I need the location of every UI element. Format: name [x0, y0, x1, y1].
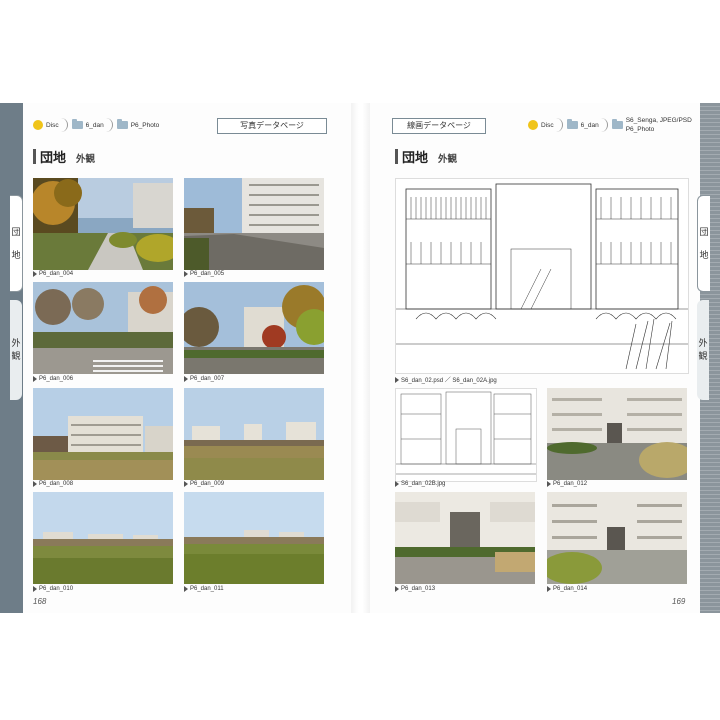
breadcrumb-item: 6_dan — [580, 121, 599, 129]
tab-char: 観 — [698, 351, 708, 361]
folder-icon — [71, 119, 83, 129]
left-breadcrumb: Disc 6_dan P6_Photo — [33, 118, 159, 132]
caption-text: P6_dan_008 — [39, 481, 74, 487]
photo-p6-dan-004 — [33, 178, 173, 270]
caption: P6_dan_009 — [184, 481, 224, 487]
tab-char: 観 — [11, 351, 21, 361]
section-sub: 外観 — [438, 154, 458, 165]
photo-p6-dan-006 — [33, 282, 173, 374]
section-sub: 外観 — [76, 154, 96, 165]
caption-marker-icon — [33, 586, 37, 592]
breadcrumb-separator — [61, 118, 68, 132]
caption-text: S6_dan_02.psd ／ S6_dan_02A.jpg — [401, 378, 497, 384]
photo-p6-dan-014 — [547, 492, 687, 584]
caption: P6_dan_011 — [184, 586, 224, 592]
caption-marker-icon — [184, 376, 188, 382]
tab-char: 地 — [11, 249, 21, 260]
photo-p6-dan-013 — [395, 492, 535, 584]
breadcrumb-separator — [601, 118, 608, 132]
caption: S6_dan_02.psd ／ S6_dan_02A.jpg — [395, 375, 497, 384]
right-breadcrumb: Disc 6_dan S6_Senga, JPEG/PSD P6_Photo — [528, 116, 692, 134]
breadcrumb-item: Disc — [46, 121, 59, 129]
caption: P6_dan_004 — [33, 271, 73, 277]
caption-text: S6_dan_02B.jpg — [401, 481, 446, 487]
folder-icon — [116, 119, 128, 129]
caption-text: P6_dan_011 — [190, 586, 224, 592]
caption-marker-icon — [547, 481, 551, 487]
caption: P6_dan_007 — [184, 376, 224, 382]
caption: P6_dan_010 — [33, 586, 73, 592]
caption-marker-icon — [184, 271, 188, 277]
line-drawing-s6-dan-02 — [395, 178, 689, 374]
caption-text: P6_dan_014 — [553, 586, 588, 592]
caption: S6_dan_02B.jpg — [395, 481, 445, 487]
photo-p6-dan-009 — [184, 388, 324, 480]
title-bar — [33, 149, 36, 164]
left-side-tab-danchi: 団 地 — [10, 195, 23, 292]
photo-p6-dan-012 — [547, 388, 687, 480]
caption-marker-icon — [33, 271, 37, 277]
photo-p6-dan-005 — [184, 178, 324, 270]
line-drawing-s6-dan-02b — [395, 388, 537, 482]
caption-text: P6_dan_004 — [39, 271, 74, 277]
breadcrumb-line: P6_Photo — [625, 126, 655, 133]
caption-text: P6_dan_005 — [190, 271, 225, 277]
disc-icon — [528, 120, 538, 130]
caption-text: P6_dan_007 — [190, 376, 225, 382]
right-section-title: 団地 外観 — [395, 147, 457, 166]
caption: P6_dan_008 — [33, 481, 73, 487]
caption: P6_dan_012 — [547, 481, 587, 487]
right-page-label: 線画データページ — [392, 118, 486, 134]
book-gutter — [351, 103, 370, 613]
photo-p6-dan-011 — [184, 492, 324, 584]
section-main: 団地 — [402, 150, 429, 165]
caption-marker-icon — [33, 376, 37, 382]
tab-char: 団 — [699, 226, 709, 237]
right-side-tab-danchi: 団 地 — [697, 195, 710, 292]
right-side-tab-gaikan: 外 観 — [697, 300, 709, 400]
caption-marker-icon — [33, 481, 37, 487]
folder-icon — [566, 119, 578, 129]
breadcrumb-separator — [106, 118, 113, 132]
breadcrumb-line: S6_Senga, JPEG/PSD — [625, 117, 692, 124]
title-bar — [395, 149, 398, 164]
left-side-tab-gaikan: 外 観 — [10, 300, 22, 400]
caption-marker-icon — [547, 586, 551, 592]
caption-text: P6_dan_010 — [39, 586, 74, 592]
caption-marker-icon — [395, 586, 399, 592]
right-page-number: 169 — [672, 597, 686, 606]
breadcrumb-item: Disc — [541, 121, 554, 129]
tab-char: 地 — [699, 249, 709, 260]
left-page-number: 168 — [33, 597, 47, 606]
caption-text: P6_dan_012 — [553, 481, 588, 487]
caption: P6_dan_014 — [547, 586, 587, 592]
caption-text: P6_dan_013 — [401, 586, 436, 592]
tab-char: 外 — [698, 338, 708, 348]
left-section-title: 団地 外観 — [33, 147, 95, 166]
left-page-label: 写真データページ — [217, 118, 327, 134]
folder-icon — [611, 119, 623, 129]
caption-marker-icon — [184, 481, 188, 487]
caption-marker-icon — [395, 376, 399, 383]
caption: P6_dan_006 — [33, 376, 73, 382]
tab-char: 団 — [11, 226, 21, 237]
disc-icon — [33, 120, 43, 130]
caption-text: P6_dan_009 — [190, 481, 225, 487]
breadcrumb-item: 6_dan — [85, 121, 104, 129]
breadcrumb-separator — [556, 118, 563, 132]
caption: P6_dan_013 — [395, 586, 435, 592]
photo-p6-dan-008 — [33, 388, 173, 480]
caption-marker-icon — [184, 586, 188, 592]
caption-marker-icon — [395, 481, 399, 487]
tab-char: 外 — [11, 338, 21, 348]
photo-p6-dan-007 — [184, 282, 324, 374]
caption-text: P6_dan_006 — [39, 376, 74, 382]
caption: P6_dan_005 — [184, 271, 224, 277]
breadcrumb-item: P6_Photo — [130, 121, 160, 129]
photo-p6-dan-010 — [33, 492, 173, 584]
section-main: 団地 — [40, 150, 67, 165]
breadcrumb-item: S6_Senga, JPEG/PSD P6_Photo — [626, 116, 692, 134]
